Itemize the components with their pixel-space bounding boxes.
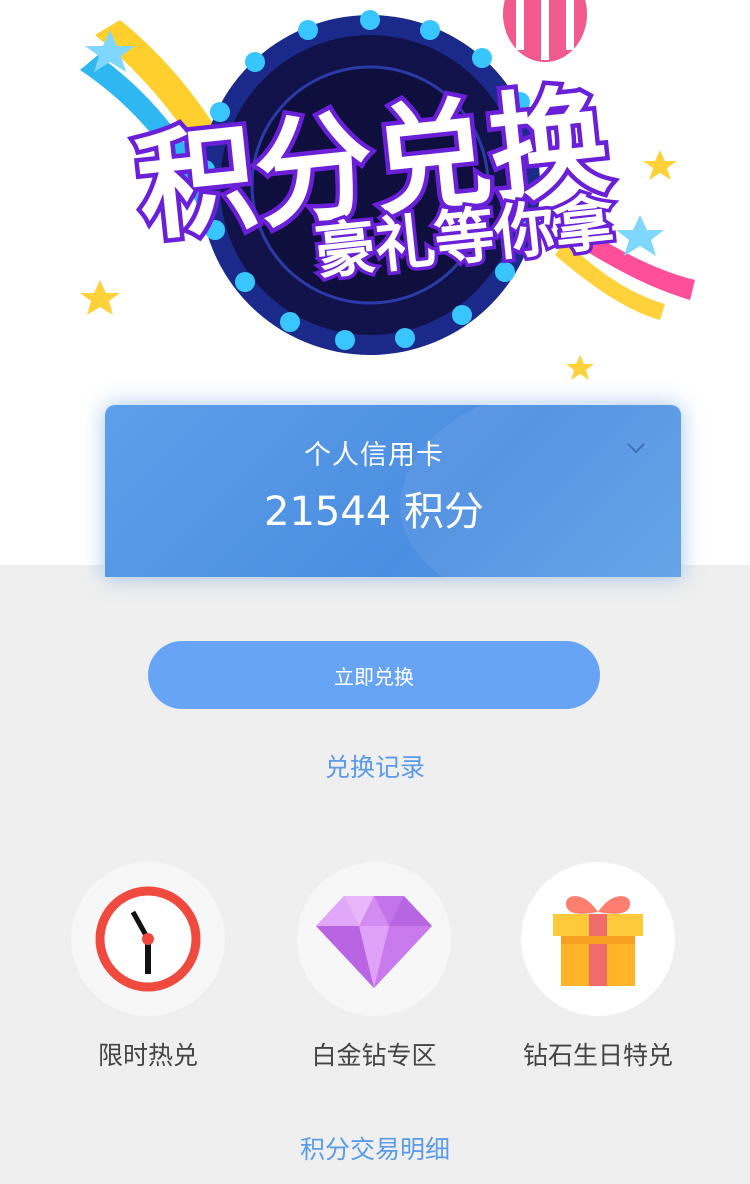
chevron-down-icon[interactable] xyxy=(625,437,647,459)
points-card[interactable]: 个人信用卡 21544 积分 xyxy=(105,405,681,577)
feature-birthday-exchange[interactable]: 钻石生日特兑 xyxy=(518,862,678,1072)
diamond-icon xyxy=(316,896,432,988)
promo-banner: 积分兑换 豪礼等你拿 xyxy=(0,0,750,390)
feature-icon-circle xyxy=(297,862,451,1016)
exchange-records-link[interactable]: 兑换记录 xyxy=(0,748,750,784)
feature-icon-circle xyxy=(71,862,225,1016)
feature-icon-circle xyxy=(521,862,675,1016)
feature-label: 限时热兑 xyxy=(97,1041,198,1070)
points-exchange-page: 积分兑换 豪礼等你拿 个人信用卡 21544 积分 立即兑换 兑换记录 限时热兑 xyxy=(0,0,750,1184)
feature-platinum-zone[interactable]: 白金钻专区 xyxy=(294,862,454,1072)
points-transaction-detail-link[interactable]: 积分交易明细 xyxy=(0,1130,750,1166)
feature-label: 白金钻专区 xyxy=(311,1041,437,1070)
gift-icon xyxy=(553,896,643,986)
feature-label: 钻石生日特兑 xyxy=(522,1041,673,1070)
clock-icon xyxy=(95,886,201,992)
card-title: 个人信用卡 xyxy=(304,440,444,471)
points-balance: 21544 积分 xyxy=(264,489,484,535)
redeem-now-button[interactable]: 立即兑换 xyxy=(148,641,600,709)
feature-limited-time[interactable]: 限时热兑 xyxy=(68,862,228,1072)
